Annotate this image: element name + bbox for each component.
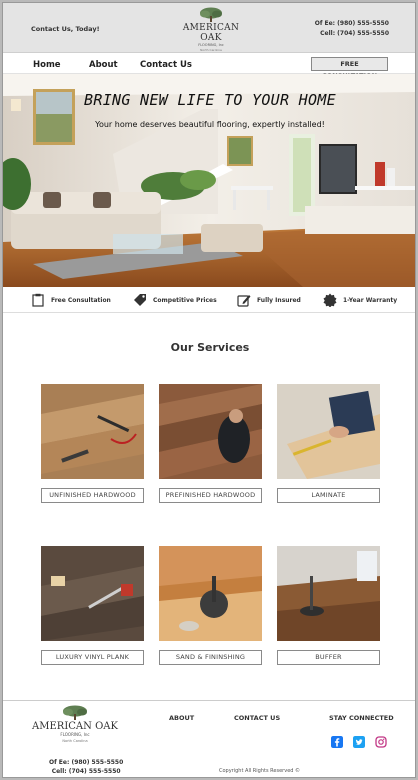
footer-copyright: Copyright All Rights Reserved © bbox=[219, 768, 301, 774]
facebook-icon[interactable] bbox=[331, 736, 343, 748]
service-card-sand-finishing[interactable]: SAND & FININSHING bbox=[159, 546, 262, 665]
footer-logo-sub: FLOORING, Inc bbox=[60, 732, 90, 737]
page: Contact Us, Today! AMERICAN OAK FLOORING… bbox=[2, 2, 416, 778]
service-image-sand-finishing[interactable] bbox=[159, 546, 262, 641]
edit-document-icon bbox=[237, 295, 251, 307]
site-header: Contact Us, Today! AMERICAN OAK FLOORING… bbox=[3, 3, 415, 53]
logo-name: AMERICAN OAK bbox=[182, 23, 240, 43]
main-nav: Home About Contact Us FREE CONSULTATION bbox=[3, 54, 415, 80]
service-image-prefinished-hardwood[interactable] bbox=[159, 384, 262, 479]
header-phone-office[interactable]: Of Ee: (980) 555-5550 bbox=[315, 19, 389, 29]
footer-phone-cell[interactable]: Cell: (704) 555-5550 bbox=[49, 767, 123, 776]
site-footer: AMERICAN OAK FLOORING, Inc North Carolin… bbox=[3, 700, 415, 777]
service-button[interactable]: BUFFER bbox=[277, 650, 380, 665]
feature-label: Free Consultation bbox=[51, 296, 111, 304]
oak-tree-icon bbox=[200, 7, 222, 22]
oak-tree-icon bbox=[63, 705, 87, 720]
service-card-unfinished-hardwood[interactable]: UNFINISHED HARDWOOD bbox=[41, 384, 144, 503]
feature-free-consultation: Free Consultation bbox=[31, 292, 111, 308]
hero-subtitle: Your home deserves beautiful flooring, e… bbox=[95, 120, 325, 129]
footer-phone-office[interactable]: Of Ee: (980) 555-5550 bbox=[49, 758, 123, 767]
instagram-icon[interactable] bbox=[375, 736, 387, 748]
logo-location: North Carolina bbox=[200, 48, 222, 52]
site-logo[interactable]: AMERICAN OAK FLOORING, Inc North Carolin… bbox=[171, 7, 251, 52]
twitter-icon[interactable] bbox=[353, 736, 365, 748]
service-button[interactable]: UNFINISHED HARDWOOD bbox=[41, 488, 144, 503]
service-card-laminate[interactable]: LAMINATE bbox=[277, 384, 380, 503]
service-card-luxury-vinyl-plank[interactable]: LUXURY VINYL PLANK bbox=[41, 546, 144, 665]
feature-warranty: 1-Year Warranty bbox=[323, 292, 397, 308]
service-card-buffer[interactable]: BUFFER bbox=[277, 546, 380, 665]
footer-link-about[interactable]: ABOUT bbox=[169, 714, 194, 722]
footer-link-contact[interactable]: CONTACT US bbox=[234, 714, 280, 722]
service-button[interactable]: SAND & FININSHING bbox=[159, 650, 262, 665]
footer-phones: Of Ee: (980) 555-5550 Cell: (704) 555-55… bbox=[49, 758, 123, 776]
feature-label: 1-Year Warranty bbox=[343, 296, 398, 304]
header-phone-cell[interactable]: Cell: (704) 555-5550 bbox=[315, 29, 389, 39]
feature-competitive-prices: Competitive Prices bbox=[133, 292, 217, 308]
nav-about[interactable]: About bbox=[89, 60, 118, 70]
nav-contact-us[interactable]: Contact Us bbox=[140, 60, 192, 70]
logo-sub: FLOORING, Inc bbox=[198, 43, 224, 47]
service-card-prefinished-hardwood[interactable]: PREFINISHED HARDWOOD bbox=[159, 384, 262, 503]
feature-label: Competitive Prices bbox=[153, 296, 217, 304]
service-button[interactable]: LAMINATE bbox=[277, 488, 380, 503]
features-bar: Free Consultation Competitive Prices Ful… bbox=[3, 287, 415, 313]
footer-logo-name: AMERICAN OAK bbox=[32, 721, 118, 732]
service-image-buffer[interactable] bbox=[277, 546, 380, 641]
service-image-luxury-vinyl-plank[interactable] bbox=[41, 546, 144, 641]
free-consultation-button[interactable]: FREE CONSULTATION bbox=[311, 57, 388, 80]
hero-title: BRING NEW LIFE TO YOUR HOME bbox=[84, 91, 336, 109]
price-tag-icon bbox=[134, 294, 146, 306]
header-contact-label: Contact Us, Today! bbox=[31, 25, 100, 33]
clipboard-icon bbox=[32, 293, 44, 307]
feature-label: Fully Insured bbox=[257, 296, 301, 304]
header-phones: Of Ee: (980) 555-5550 Cell: (704) 555-55… bbox=[315, 19, 389, 39]
service-image-unfinished-hardwood[interactable] bbox=[41, 384, 144, 479]
footer-logo-location: North Carolina bbox=[62, 739, 88, 743]
services-heading: Our Services bbox=[170, 341, 250, 354]
hero-banner: BRING NEW LIFE TO YOUR HOME Your home de… bbox=[3, 74, 415, 287]
feature-fully-insured: Fully Insured bbox=[237, 292, 301, 308]
service-image-laminate[interactable] bbox=[277, 384, 380, 479]
badge-seal-icon bbox=[323, 293, 337, 307]
service-button[interactable]: PREFINISHED HARDWOOD bbox=[159, 488, 262, 503]
footer-stay-connected: STAY CONNECTED bbox=[329, 714, 394, 722]
nav-home[interactable]: Home bbox=[33, 60, 61, 70]
service-button[interactable]: LUXURY VINYL PLANK bbox=[41, 650, 144, 665]
footer-logo[interactable]: AMERICAN OAK FLOORING, Inc North Carolin… bbox=[29, 705, 121, 743]
